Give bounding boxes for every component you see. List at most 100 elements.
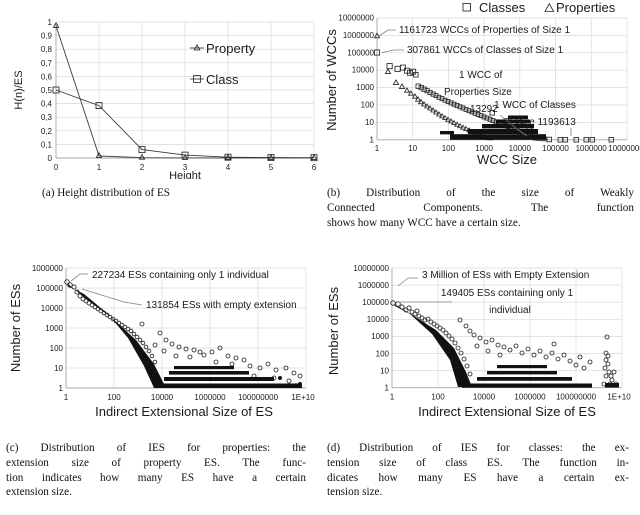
xtick-100000: 100000 [542, 144, 569, 153]
ytick-02: 0,2 [41, 127, 53, 136]
xtick-1000000: 1000000 [514, 393, 546, 402]
chart-a-grid [56, 21, 315, 158]
ytick-1: 1 [59, 384, 64, 393]
chart-b-x-axis-title: WCC Size [477, 152, 537, 167]
xtick-1: 1 [64, 393, 69, 402]
annotation-149405: 149405 ESs containing only 1 [441, 288, 574, 299]
caption-c-line-3: extension size. [6, 486, 72, 499]
xtick-10000: 10000 [473, 393, 496, 402]
ytick-03: 0,3 [41, 113, 53, 122]
ytick-1000000: 1000000 [343, 31, 375, 40]
ytick-10000: 10000 [367, 315, 390, 324]
ytick-1: 1 [385, 384, 390, 393]
xtick-4: 4 [226, 163, 231, 172]
ytick-10: 10 [365, 118, 374, 127]
caption-c-line-1: extension size of property ES. The func- [6, 456, 306, 469]
caption-b-line-2: shows how many WCC have a certain size. [327, 216, 521, 229]
caption-d-line-2: dicates how many ES have a certain ex- [327, 471, 629, 484]
ytick-10000: 10000 [41, 304, 64, 313]
xtick-100: 100 [442, 144, 456, 153]
chart-d-x-axis-title: Indirect Extensional Size of ES [418, 404, 596, 419]
chart-d-svg: 10000000 1000000 100000 10000 1000 100 1… [326, 264, 631, 419]
figure-panel-grid: 1 0,9 0,8 0,7 0,6 0,5 0,4 0,3 0,2 0,1 0 … [0, 0, 640, 515]
caption-d: (d) Distribution of IES for classes: the… [327, 441, 629, 500]
ytick-04: 0,4 [41, 100, 53, 109]
chart-d-ytick-labels: 10000000 1000000 100000 10000 1000 100 1… [353, 264, 389, 393]
chart-c-ytick-labels: 1000000 100000 10000 1000 100 10 1 [32, 264, 64, 393]
panel-b-chart: Classes Properties 10000000 1000000 1000… [322, 0, 640, 180]
ytick-08: 0,8 [41, 45, 53, 54]
ytick-100000: 100000 [362, 298, 389, 307]
xtick-10000: 10000 [151, 393, 174, 402]
legend-label-properties: Properties [556, 0, 616, 15]
xtick-1: 1 [97, 163, 102, 172]
chart-c-grid [66, 267, 307, 388]
caption-b-line-1: Connected Components. The function [327, 201, 634, 214]
ytick-10: 10 [380, 366, 389, 375]
ytick-1000000: 1000000 [32, 264, 64, 273]
chart-d-xtick-labels: 1 100 10000 1000000 100000000 1E+10 [390, 393, 631, 402]
annotation-1wcc-classes: 1 WCC of Classes [494, 100, 576, 111]
ytick-1000: 1000 [371, 332, 389, 341]
ytick-1000: 1000 [45, 324, 63, 333]
chart-b-legend: Classes Properties [462, 0, 616, 15]
ytick-1000: 1000 [356, 83, 374, 92]
annotation-1161723: 1161723 WCCs of Properties of Size 1 [399, 25, 570, 36]
caption-a: (a) Height distribution of ES [42, 186, 292, 201]
xtick-2: 2 [140, 163, 145, 172]
ytick-10000: 10000 [352, 66, 375, 75]
xtick-10: 10 [408, 144, 417, 153]
caption-c: (c) Distribution of IES for properties: … [6, 441, 306, 500]
chart-c-xtick-labels: 1 100 10000 1000000 100000000 1E+10 [64, 393, 315, 402]
ytick-100000: 100000 [347, 48, 374, 57]
chart-d-annotations: 3 Million of ESs with Empty Extension 14… [397, 270, 589, 316]
ytick-01: 0,1 [41, 140, 53, 149]
xtick-5: 5 [269, 163, 274, 172]
caption-c-line-0: (c) Distribution of IES for properties: … [6, 442, 306, 454]
annotation-3million: 3 Million of ESs with Empty Extension [422, 270, 589, 281]
caption-a-line-0: (a) Height distribution of ES [42, 187, 171, 199]
xtick-100000000: 100000000 [238, 393, 279, 402]
ytick-06: 0,6 [41, 72, 53, 81]
annotation-individual: individual [489, 305, 531, 316]
legend-label-property: Property [206, 41, 256, 56]
annotation-227234: 227234 ESs containing only 1 individual [92, 270, 269, 281]
chart-b-annotations: 1161723 WCCs of Properties of Size 1 307… [378, 25, 576, 137]
chart-b-svg: Classes Properties 10000000 1000000 1000… [324, 0, 640, 167]
annotation-1wcc-of: 1 WCC of [459, 70, 503, 81]
chart-a-y-axis-title: H(n)/ES [13, 70, 25, 109]
chart-c-x-axis-title: Indirect Extensional Size of ES [95, 404, 273, 419]
caption-d-line-0: (d) Distribution of IES for classes: the… [327, 442, 629, 454]
chart-d-y-axis-title: Number of ESs [326, 286, 341, 375]
ytick-1: 1 [370, 135, 375, 144]
xtick-1000000: 1000000 [194, 393, 226, 402]
chart-b-ytick-labels: 10000000 1000000 100000 10000 1000 100 1… [338, 14, 374, 145]
annotation-307861: 307861 WCCs of Classes of Size 1 [407, 45, 564, 56]
chart-c-svg: 1000000 100000 10000 1000 100 10 1 1 100… [8, 264, 315, 419]
ytick-10: 10 [54, 364, 63, 373]
legend-label-class: Class [206, 72, 239, 87]
chart-a-ytick-labels: 1 0,9 0,8 0,7 0,6 0,5 0,4 0,3 0,2 0,1 0 [41, 18, 53, 163]
chart-a-x-axis-title: Height [169, 170, 201, 179]
chart-c-dense-cluster [67, 283, 302, 388]
ytick-07: 0,7 [41, 59, 53, 68]
annotation-properties-size: Properties Size [444, 87, 512, 98]
panel-d-chart: 10000000 1000000 100000 10000 1000 100 1… [322, 256, 640, 438]
xtick-1: 1 [375, 144, 380, 153]
ytick-0: 0 [48, 154, 53, 163]
xtick-1e10: 1E+10 [607, 393, 631, 402]
panel-a-chart: 1 0,9 0,8 0,7 0,6 0,5 0,4 0,3 0,2 0,1 0 … [8, 4, 320, 179]
chart-c-annotations: 227234 ESs containing only 1 individual … [70, 270, 297, 311]
xtick-100000000: 100000000 [556, 393, 597, 402]
chart-a-svg: 1 0,9 0,8 0,7 0,6 0,5 0,4 0,3 0,2 0,1 0 … [13, 18, 318, 179]
ytick-09: 0,9 [41, 32, 53, 41]
legend-marker-square-classes [462, 3, 471, 12]
chart-a-legend: Property Class [190, 41, 256, 87]
xtick-1: 1 [390, 393, 395, 402]
legend-marker-triangle-properties [544, 2, 555, 12]
legend-label-classes: Classes [479, 0, 526, 15]
ytick-100: 100 [50, 344, 64, 353]
xtick-100: 100 [107, 393, 121, 402]
caption-d-line-3: tension size. [327, 486, 383, 499]
ytick-1: 1 [48, 18, 53, 27]
